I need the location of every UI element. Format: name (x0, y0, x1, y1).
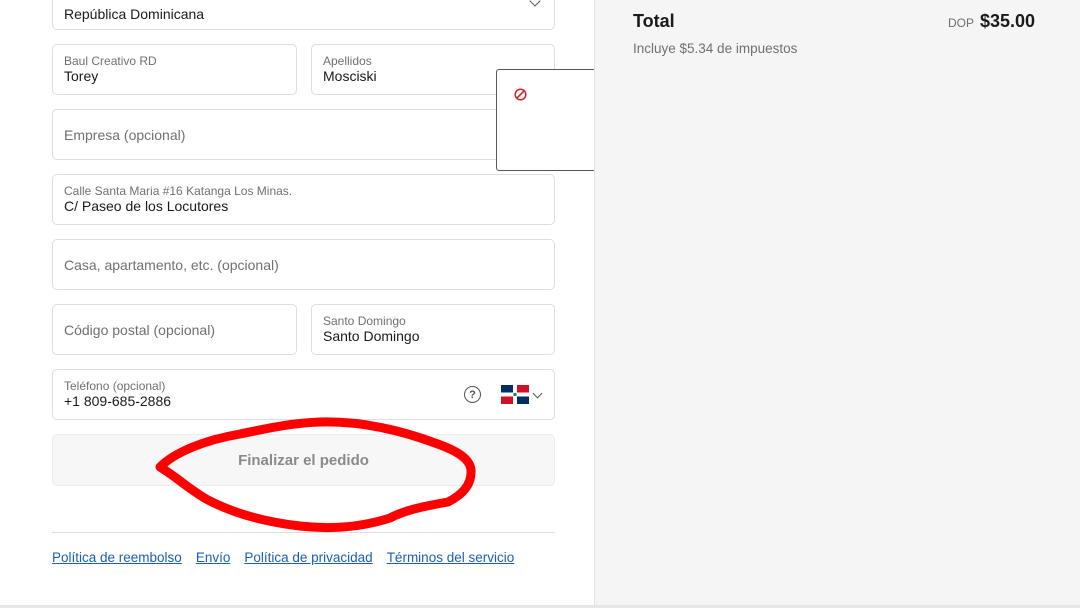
order-summary-panel: Total DOP $35.00 Incluye $5.34 de impues… (594, 0, 1080, 608)
first-name-label: Baul Creativo RD (64, 54, 157, 68)
city-value: Santo Domingo (323, 328, 420, 344)
first-name-field[interactable]: Baul Creativo RD Torey (52, 44, 297, 95)
company-placeholder: Empresa (opcional) (64, 126, 186, 143)
footer-links: Política de reembolso Envío Política de … (52, 550, 514, 565)
total-amount: $35.00 (980, 11, 1036, 31)
address-field[interactable]: Calle Santa Maria #16 Katanga Los Minas.… (52, 174, 555, 225)
chevron-down-icon (529, 0, 541, 7)
first-name-value: Torey (64, 68, 99, 84)
apartment-placeholder: Casa, apartamento, etc. (opcional) (64, 256, 279, 273)
submit-order-button[interactable]: Finalizar el pedido (52, 434, 555, 486)
city-field[interactable]: Santo Domingo Santo Domingo (311, 304, 555, 355)
blocked-icon (514, 88, 527, 101)
last-name-label: Apellidos (323, 54, 372, 68)
company-field[interactable]: Empresa (opcional) (52, 109, 555, 160)
city-label: Santo Domingo (323, 314, 406, 328)
total-label: Total (633, 11, 675, 31)
postal-code-field[interactable]: Código postal (opcional) (52, 304, 297, 355)
address-value: C/ Paseo de los Locutores (64, 198, 229, 214)
tax-note: Incluye $5.34 de impuestos (633, 41, 798, 56)
blocked-content-popup (496, 69, 598, 171)
country-value: República Dominicana (64, 6, 205, 22)
shipping-link[interactable]: Envío (196, 550, 231, 565)
last-name-value: Mosciski (323, 68, 377, 84)
question-circle-icon[interactable]: ? (464, 386, 481, 403)
phone-value: +1 809-685-2886 (64, 393, 172, 409)
refund-policy-link[interactable]: Política de reembolso (52, 550, 182, 565)
terms-of-service-link[interactable]: Términos del servicio (387, 550, 515, 565)
phone-field[interactable]: Teléfono (opcional) +1 809-685-2886 ? (52, 369, 555, 420)
dominican-republic-flag-icon[interactable] (501, 385, 529, 404)
chevron-down-icon[interactable] (532, 388, 543, 399)
address-label: Calle Santa Maria #16 Katanga Los Minas. (64, 184, 293, 198)
footer-divider (52, 532, 555, 533)
country-select[interactable]: República Dominicana (52, 0, 555, 30)
apartment-field[interactable]: Casa, apartamento, etc. (opcional) (52, 239, 555, 290)
phone-label: Teléfono (opcional) (64, 379, 166, 393)
privacy-policy-link[interactable]: Política de privacidad (244, 550, 372, 565)
postal-code-placeholder: Código postal (opcional) (64, 321, 215, 338)
currency-code: DOP (948, 16, 975, 30)
